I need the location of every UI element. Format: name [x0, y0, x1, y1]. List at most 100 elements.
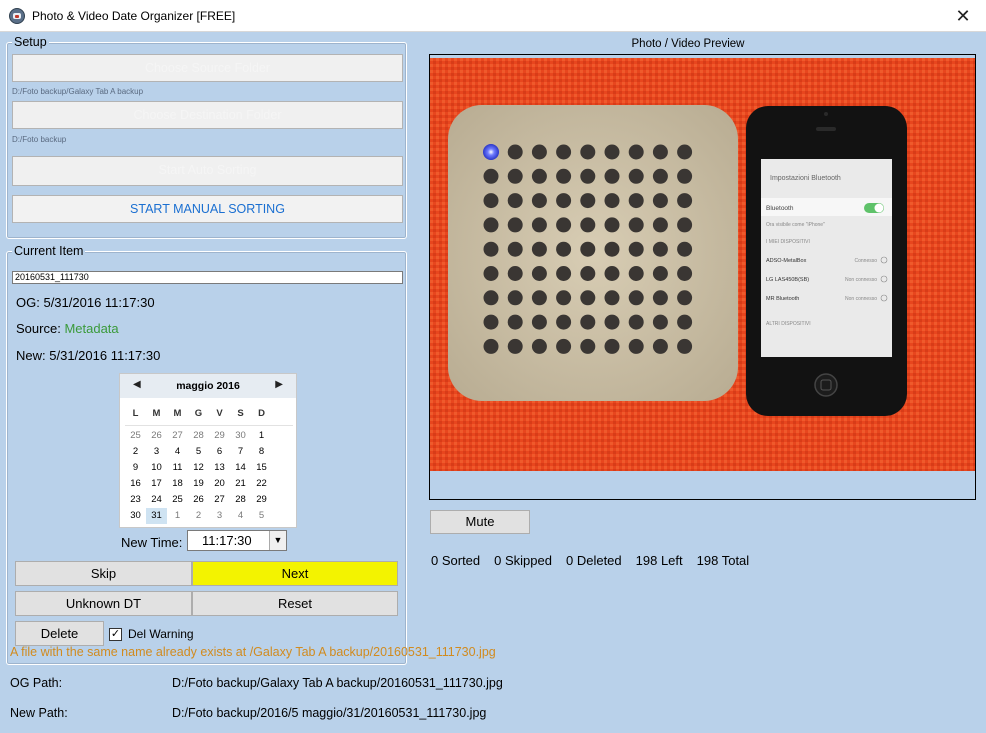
speaker-hole [677, 168, 693, 184]
next-button[interactable]: Next [192, 561, 398, 586]
new-time-picker[interactable]: 11:17:30 ▼ [187, 530, 287, 551]
speaker-hole [604, 290, 620, 306]
speaker-hole [628, 193, 644, 209]
speaker-hole [677, 314, 693, 330]
calendar-day[interactable]: 17 [146, 476, 167, 492]
calendar-day[interactable]: 31 [146, 508, 167, 524]
calendar-day[interactable]: 12 [188, 460, 209, 476]
calendar-day[interactable]: 15 [251, 460, 272, 476]
calendar-weekday-row: LMMGVSD [125, 404, 293, 426]
calendar-day[interactable]: 5 [251, 508, 272, 524]
speaker-hole [483, 241, 499, 257]
speaker-hole [604, 338, 620, 354]
title-bar: Photo & Video Date Organizer [FREE] ✕ [0, 0, 986, 32]
calendar-day[interactable]: 6 [209, 444, 230, 460]
speaker-hole [507, 241, 523, 257]
preview-pane: Impostazioni Bluetooth Bluetooth Ora vis… [429, 54, 976, 500]
calendar-day[interactable]: 29 [209, 428, 230, 444]
new-date-line: New: 5/31/2016 11:17:30 [16, 348, 160, 363]
calendar-day[interactable]: 8 [251, 444, 272, 460]
chevron-down-icon[interactable]: ▼ [269, 531, 286, 550]
speaker-hole [628, 290, 644, 306]
skip-button[interactable]: Skip [15, 561, 192, 586]
del-warning-checkbox[interactable]: ✓ [109, 627, 122, 641]
calendar-day[interactable]: 11 [167, 460, 188, 476]
source-label: Source: [16, 321, 61, 336]
calendar-month-title[interactable]: maggio 2016 [120, 380, 296, 392]
speaker-hole [531, 193, 547, 209]
calendar-day[interactable]: 14 [230, 460, 251, 476]
speaker-hole [580, 338, 596, 354]
speaker-hole [628, 338, 644, 354]
speaker-hole [483, 193, 499, 209]
speaker-hole [483, 266, 499, 281]
calendar-day[interactable]: 16 [125, 476, 146, 492]
calendar-day[interactable]: 23 [125, 492, 146, 508]
calendar-day[interactable]: 30 [125, 508, 146, 524]
calendar-day[interactable]: 3 [209, 508, 230, 524]
calendar-day[interactable]: 4 [230, 508, 251, 524]
del-warning-toggle[interactable]: ✓ Del Warning [109, 627, 194, 641]
calendar-day[interactable]: 26 [188, 492, 209, 508]
preview-photo: Impostazioni Bluetooth Bluetooth Ora vis… [430, 58, 975, 471]
calendar-day[interactable]: 2 [125, 444, 146, 460]
calendar-day[interactable]: 28 [188, 428, 209, 444]
calendar-day[interactable]: 25 [167, 492, 188, 508]
calendar-day[interactable]: 1 [167, 508, 188, 524]
calendar-day[interactable]: 4 [167, 444, 188, 460]
calendar-day[interactable]: 22 [251, 476, 272, 492]
calendar-day[interactable]: 9 [125, 460, 146, 476]
mute-button[interactable]: Mute [430, 510, 530, 534]
choose-destination-folder-button[interactable]: Choose Destination Folder [12, 101, 403, 129]
delete-button[interactable]: Delete [15, 621, 104, 646]
calendar-day[interactable]: 27 [209, 492, 230, 508]
calendar-day[interactable]: 26 [146, 428, 167, 444]
calendar-day[interactable]: 18 [167, 476, 188, 492]
phone-devices-header: I MIEI DISPOSITIVI [766, 239, 810, 245]
calendar-day[interactable]: 13 [209, 460, 230, 476]
destination-path-label: D:/Foto backup [12, 135, 67, 144]
calendar-day[interactable]: 21 [230, 476, 251, 492]
reset-button[interactable]: Reset [192, 591, 398, 616]
speaker-hole [652, 168, 668, 184]
unknown-dt-button[interactable]: Unknown DT [15, 591, 192, 616]
speaker-hole [628, 168, 644, 184]
speaker-hole [604, 314, 620, 330]
start-auto-sorting-button[interactable]: Start Auto Sorting [12, 156, 403, 186]
calendar-day[interactable]: 28 [230, 492, 251, 508]
calendar-day[interactable]: 10 [146, 460, 167, 476]
choose-source-folder-button[interactable]: Choose Source Folder [12, 54, 403, 82]
og-date-line: OG: 5/31/2016 11:17:30 [16, 295, 155, 310]
close-button[interactable]: ✕ [940, 0, 986, 32]
calendar-day[interactable]: 2 [188, 508, 209, 524]
calendar-day[interactable]: 7 [230, 444, 251, 460]
calendar-day[interactable]: 27 [167, 428, 188, 444]
speaker-hole [556, 266, 572, 281]
start-manual-sorting-button[interactable]: START MANUAL SORTING [12, 195, 403, 223]
calendar-week-row: 2345678 [125, 444, 293, 460]
skipped-count: 0 Skipped [494, 553, 552, 568]
calendar-day[interactable]: 24 [146, 492, 167, 508]
speaker-hole [531, 144, 547, 160]
speaker-hole [652, 290, 668, 306]
month-calendar[interactable]: ◀ maggio 2016 ▶ L M M G V S D 25 26 27 28 29 30 1 2 3 4 5… [119, 373, 297, 528]
new-label: New: [16, 348, 46, 363]
speaker-hole [556, 193, 572, 209]
calendar-day[interactable]: 19 [188, 476, 209, 492]
calendar-day[interactable]: 30 [230, 428, 251, 444]
speaker-hole [677, 338, 693, 354]
speaker-hole [652, 338, 668, 354]
setup-legend: Setup [12, 35, 49, 49]
calendar-day[interactable]: 3 [146, 444, 167, 460]
calendar-day[interactable]: 25 [125, 428, 146, 444]
setup-group: Setup Choose Source Folder D:/Foto backu… [6, 35, 407, 239]
calendar-day[interactable]: 5 [188, 444, 209, 460]
next-month-icon[interactable]: ▶ [275, 379, 283, 390]
calendar-day[interactable]: 20 [209, 476, 230, 492]
speaker-hole [483, 314, 499, 330]
filename-field[interactable]: 20160531_111730 [12, 271, 403, 284]
phone-camera [824, 112, 828, 116]
calendar-day[interactable]: 29 [251, 492, 272, 508]
calendar-day[interactable]: 1 [251, 428, 272, 444]
speaker-hole [483, 338, 499, 354]
